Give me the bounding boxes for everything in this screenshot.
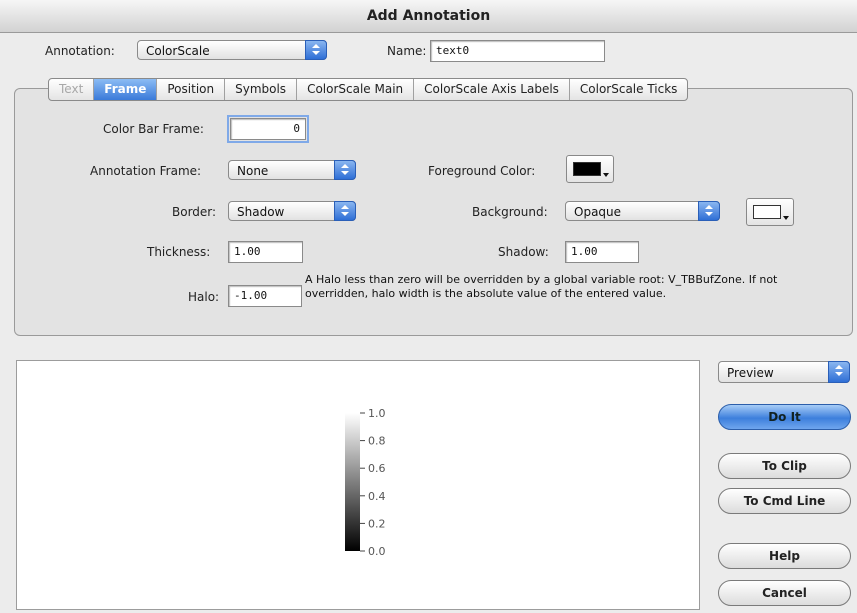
annotation-frame-value: None [237, 164, 269, 178]
border-value: Shadow [237, 205, 285, 219]
color-bar-tick-label: 0.2 [368, 517, 386, 530]
tab-symbols[interactable]: Symbols [225, 79, 298, 100]
annotation-type-value: ColorScale [146, 44, 210, 58]
color-bar-tick-label: 1.0 [368, 407, 386, 420]
tab-colorscale-ticks[interactable]: ColorScale Ticks [570, 79, 688, 100]
chevron-updown-icon [334, 201, 356, 221]
name-label: Name: [387, 44, 427, 58]
chevron-updown-icon [828, 361, 850, 383]
color-bar-tick-label: 0.8 [368, 435, 386, 448]
tab-frame[interactable]: Frame [94, 79, 158, 100]
shadow-field[interactable]: 1.00 [565, 241, 639, 263]
color-bar-frame-field[interactable]: 0 [227, 115, 309, 143]
thickness-field[interactable]: 1.00 [228, 241, 303, 263]
preview-pane: 1.0 0.8 0.6 0.4 0.2 0.0 [16, 360, 700, 610]
color-bar-tick-label: 0.6 [368, 462, 386, 475]
color-bar-axis: 1.0 0.8 0.6 0.4 0.2 0.0 [360, 407, 386, 558]
chevron-updown-icon [698, 201, 720, 221]
chevron-updown-icon [305, 40, 327, 60]
title-bar: Add Annotation [0, 0, 857, 33]
halo-help-text: A Halo less than zero will be overridden… [305, 273, 778, 300]
halo-field[interactable]: -1.00 [228, 285, 302, 307]
halo-label: Halo: [188, 290, 220, 304]
color-bar-tick-label: 0.4 [368, 490, 386, 503]
to-clip-button[interactable]: To Clip [718, 453, 851, 479]
to-cmd-line-button[interactable]: To Cmd Line [718, 488, 851, 514]
tab-colorscale-main[interactable]: ColorScale Main [297, 79, 415, 100]
name-field[interactable]: text0 [430, 40, 605, 62]
chevron-down-icon [603, 173, 609, 177]
color-bar [345, 413, 360, 551]
chevron-updown-icon [334, 160, 356, 180]
window-title: Add Annotation [366, 8, 491, 24]
border-select[interactable]: Shadow [228, 201, 356, 221]
tab-position[interactable]: Position [157, 79, 226, 100]
color-bar-tick-label: 0.0 [368, 545, 386, 558]
chevron-down-icon [783, 216, 789, 220]
tab-bar: Text Frame Position Symbols ColorScale M… [48, 78, 689, 101]
background-select[interactable]: Opaque [565, 201, 720, 221]
annotation-frame-select[interactable]: None [228, 160, 356, 180]
colorscale-preview: 1.0 0.8 0.6 0.4 0.2 0.0 [345, 407, 386, 558]
preview-mode-value: Preview [727, 366, 774, 380]
foreground-color-picker[interactable] [566, 155, 614, 183]
tab-colorscale-axis-labels[interactable]: ColorScale Axis Labels [414, 79, 570, 100]
preview-mode-select[interactable]: Preview [718, 361, 850, 383]
thickness-label: Thickness: [147, 245, 211, 259]
background-value: Opaque [574, 205, 622, 219]
shadow-label: Shadow: [498, 245, 549, 259]
annotation-type-select[interactable]: ColorScale [137, 40, 327, 60]
color-bar-frame-label: Color Bar Frame: [103, 122, 204, 136]
foreground-color-label: Foreground Color: [428, 164, 536, 178]
background-label: Background: [472, 205, 548, 219]
tab-text[interactable]: Text [49, 79, 95, 100]
foreground-color-swatch [573, 162, 601, 176]
help-button[interactable]: Help [718, 543, 851, 569]
annotation-label: Annotation: [45, 44, 115, 58]
background-color-swatch [753, 205, 781, 219]
annotation-frame-label: Annotation Frame: [90, 164, 202, 178]
background-color-picker[interactable] [746, 198, 794, 226]
cancel-button[interactable]: Cancel [718, 580, 851, 606]
border-label: Border: [172, 205, 217, 219]
do-it-button[interactable]: Do It [718, 404, 851, 430]
